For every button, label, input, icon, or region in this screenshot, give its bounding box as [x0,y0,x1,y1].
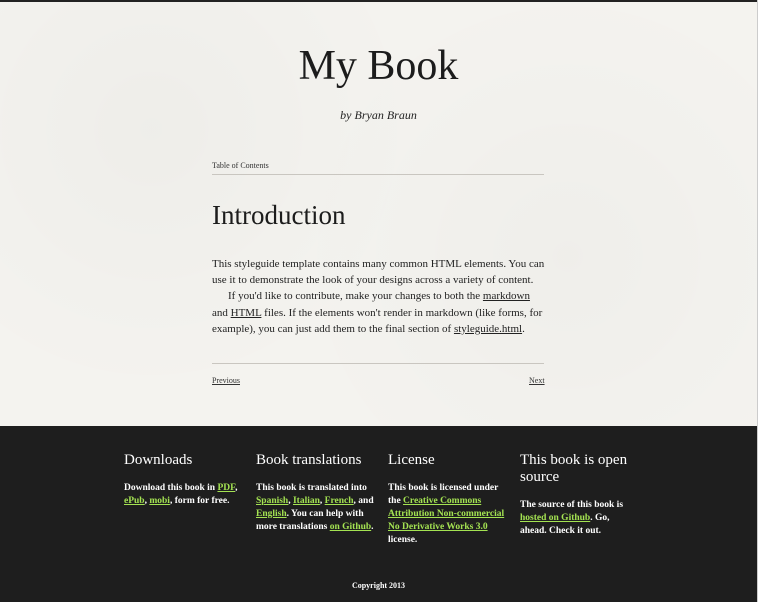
open-source-text: The source of this book is hosted on Git… [520,499,638,538]
next-link[interactable]: Next [529,376,545,385]
copyright: Copyright 2013 [351,581,406,590]
paragraph-text: If you'd like to contribute, make your c… [228,290,483,303]
footer-text: . [371,522,374,532]
creative-commons-link[interactable]: Creative Commons Attribution Non-commerc… [388,496,504,532]
site-footer: Downloads Download this book in PDF, ePu… [0,426,757,602]
footer-text: , [235,483,238,493]
license-heading: License [388,452,435,468]
french-link[interactable]: French [325,496,354,506]
book-author: by Bryan Braun [340,108,417,122]
book-page: My Book by Bryan Braun Table of Contents… [0,2,757,426]
paragraph-contribute: If you'd like to contribute, make your c… [212,288,546,337]
downloads-text: Download this book in PDF, ePub, mobi, f… [124,482,242,508]
italian-link[interactable]: Italian [293,496,320,506]
license-text: This book is licensed under the Creative… [388,482,506,547]
previous-link[interactable]: Previous [212,376,240,385]
markdown-link[interactable]: markdown [483,290,530,302]
paragraph-text: and [212,306,231,319]
translations-section: Book translations This book is translate… [256,452,374,534]
chapter-title: Introduction [212,200,346,230]
paragraph-intro: This styleguide template contains many c… [212,258,545,287]
footer-text: This book is translated into [256,483,367,493]
downloads-heading: Downloads [124,452,193,468]
mobi-link[interactable]: mobi [149,496,170,506]
english-link[interactable]: English [256,509,287,519]
book-title: My Book [298,43,459,89]
html-link[interactable]: HTML [231,307,262,319]
open-source-section: This book is open source The source of t… [520,452,638,538]
translations-text: This book is translated into Spanish, It… [256,482,374,534]
translations-heading: Book translations [256,452,362,468]
spanish-link[interactable]: Spanish [256,496,288,506]
styleguide-link[interactable]: styleguide.html [454,323,522,335]
downloads-section: Downloads Download this book in PDF, ePu… [124,452,242,508]
open-source-heading: This book is open source [520,452,628,485]
footer-text: , form for free. [169,496,230,506]
license-section: License This book is licensed under the … [388,452,506,547]
footer-text: Download this book in [124,483,218,493]
epub-link[interactable]: ePub [124,496,145,506]
footer-text: , and [353,496,374,506]
chapter-content: This styleguide template contains many c… [212,256,546,337]
pdf-link[interactable]: PDF [217,483,235,493]
paragraph-text: . [522,322,525,335]
window-edge [757,0,770,602]
footer-text: The source of this book is [520,500,624,510]
github-translations-link[interactable]: on Github [330,522,371,532]
content-divider [212,363,544,364]
footer-text: license. [388,535,418,545]
github-source-link[interactable]: hosted on Github [520,513,590,523]
table-of-contents-link[interactable]: Table of Contents [212,161,544,175]
